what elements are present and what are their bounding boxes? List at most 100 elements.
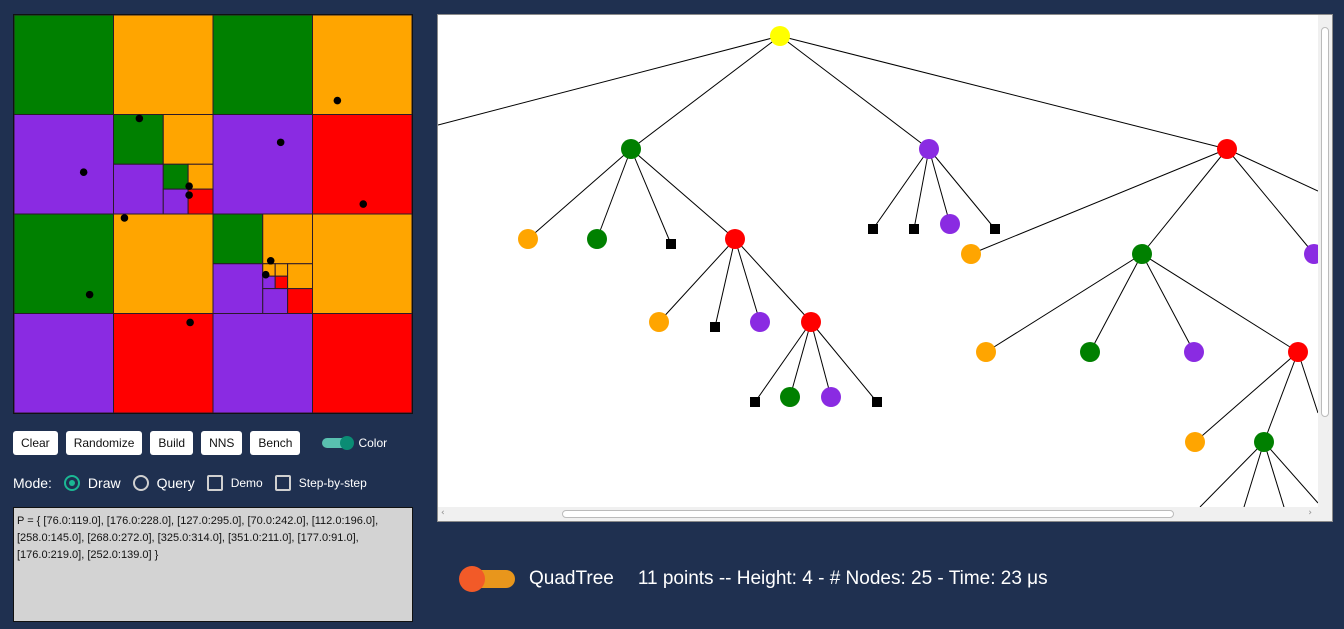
tree-edge	[596, 148, 632, 240]
quad-cell	[14, 114, 114, 215]
tree-edge	[985, 253, 1143, 353]
quadtree-canvas[interactable]	[13, 14, 413, 414]
step-by-step-checkbox-label[interactable]: Step-by-step	[299, 476, 367, 490]
tree-edge	[1141, 253, 1195, 353]
point-marker	[359, 200, 368, 208]
tree-edge	[779, 35, 1228, 150]
empty-leaf-node	[868, 224, 878, 234]
tree-edge	[872, 148, 930, 230]
tree-node	[649, 312, 669, 332]
demo-checkbox[interactable]	[206, 475, 223, 491]
nns-button[interactable]: NNS	[201, 431, 243, 455]
quad-cell	[212, 213, 264, 265]
tree-node	[1080, 342, 1100, 362]
quad-cell	[212, 263, 264, 314]
randomize-button[interactable]: Randomize	[65, 431, 143, 455]
quad-cell	[113, 313, 214, 413]
tree-edge	[734, 238, 761, 323]
tree-edge	[913, 148, 930, 230]
vertical-scrollbar[interactable]	[1318, 15, 1332, 507]
tree-node	[780, 387, 800, 407]
point-marker	[266, 256, 275, 265]
tree-node	[1132, 244, 1152, 264]
points-output[interactable]: P = { [76.0:119.0], [176.0:228.0], [127.…	[13, 507, 413, 622]
tree-node	[1304, 244, 1318, 264]
tree-edge	[1226, 148, 1315, 255]
tree-node	[976, 342, 996, 362]
tree-edge	[810, 321, 878, 403]
structure-toggle[interactable]	[459, 566, 515, 592]
tree-edge	[1263, 441, 1318, 504]
color-toggle[interactable]: Color	[322, 436, 387, 450]
query-radio[interactable]	[132, 475, 149, 491]
tree-node	[1217, 139, 1237, 159]
draw-radio-label[interactable]: Draw	[88, 475, 121, 491]
empty-leaf-node	[909, 224, 919, 234]
tree-edge	[928, 148, 996, 230]
horizontal-scroll-thumb[interactable]	[562, 510, 1174, 518]
toolbar: Clear Randomize Build NNS Bench Color	[13, 431, 387, 455]
tree-edge	[1089, 253, 1143, 353]
scroll-left-icon[interactable]: ‹	[441, 508, 445, 518]
quad-cell	[162, 163, 189, 190]
tree-edge	[779, 35, 930, 150]
point-marker	[79, 168, 88, 176]
tree-edge	[527, 148, 632, 240]
tree-node	[940, 214, 960, 234]
clear-button[interactable]: Clear	[13, 431, 58, 455]
scroll-right-icon[interactable]: ›	[1308, 508, 1312, 518]
tree-edge	[810, 321, 832, 398]
tree-node	[821, 387, 841, 407]
quad-cell	[212, 114, 313, 215]
tree-node	[1288, 342, 1308, 362]
quad-cell	[113, 163, 164, 215]
step-by-step-checkbox[interactable]	[274, 475, 291, 491]
point-marker	[85, 290, 94, 299]
build-button[interactable]: Build	[150, 431, 194, 455]
color-toggle-switch[interactable]	[322, 436, 355, 450]
point-marker	[135, 114, 144, 123]
tree-edge	[630, 148, 736, 240]
tree-edge	[1194, 351, 1299, 443]
draw-radio[interactable]	[63, 475, 80, 491]
mode-row: Mode: Draw Query Demo Step-by-step	[13, 472, 379, 494]
empty-leaf-node	[666, 239, 676, 249]
bench-button[interactable]: Bench	[250, 431, 301, 455]
vertical-scroll-thumb[interactable]	[1321, 27, 1329, 417]
empty-leaf-node	[872, 397, 882, 407]
point-marker	[186, 318, 194, 327]
quad-cell	[113, 213, 214, 314]
tree-node	[725, 229, 745, 249]
tree-node	[518, 229, 538, 249]
point-marker	[185, 191, 193, 199]
structure-name: QuadTree	[529, 568, 614, 589]
quad-cell	[312, 213, 412, 314]
tree-edge	[1263, 441, 1285, 507]
status-bar: QuadTree 11 points -- Height: 4 - # Node…	[459, 566, 1048, 592]
tree-node	[801, 312, 821, 332]
query-radio-label[interactable]: Query	[157, 475, 195, 491]
quad-cell	[312, 114, 412, 215]
empty-leaf-node	[990, 224, 1000, 234]
horizontal-scrollbar[interactable]: ‹ ›	[438, 507, 1332, 521]
tree-node	[770, 26, 790, 46]
tree-edge	[1141, 253, 1299, 353]
demo-checkbox-label[interactable]: Demo	[231, 476, 263, 490]
quad-cell	[14, 313, 114, 413]
point-marker	[120, 214, 129, 222]
tree-node	[750, 312, 770, 332]
tree-edge	[1141, 148, 1228, 255]
tree-edge	[970, 148, 1228, 255]
tree-edge	[630, 35, 781, 150]
empty-leaf-node	[710, 322, 720, 332]
tree-node	[961, 244, 981, 264]
point-marker	[261, 270, 270, 279]
tree-panel[interactable]: ‹ ›	[437, 14, 1333, 522]
tree-node	[1254, 432, 1274, 452]
quad-cell	[274, 275, 289, 290]
mode-label: Mode:	[13, 475, 52, 491]
quad-cell	[274, 263, 289, 277]
tree-node	[919, 139, 939, 159]
point-marker	[276, 138, 285, 147]
tree-node	[1185, 432, 1205, 452]
